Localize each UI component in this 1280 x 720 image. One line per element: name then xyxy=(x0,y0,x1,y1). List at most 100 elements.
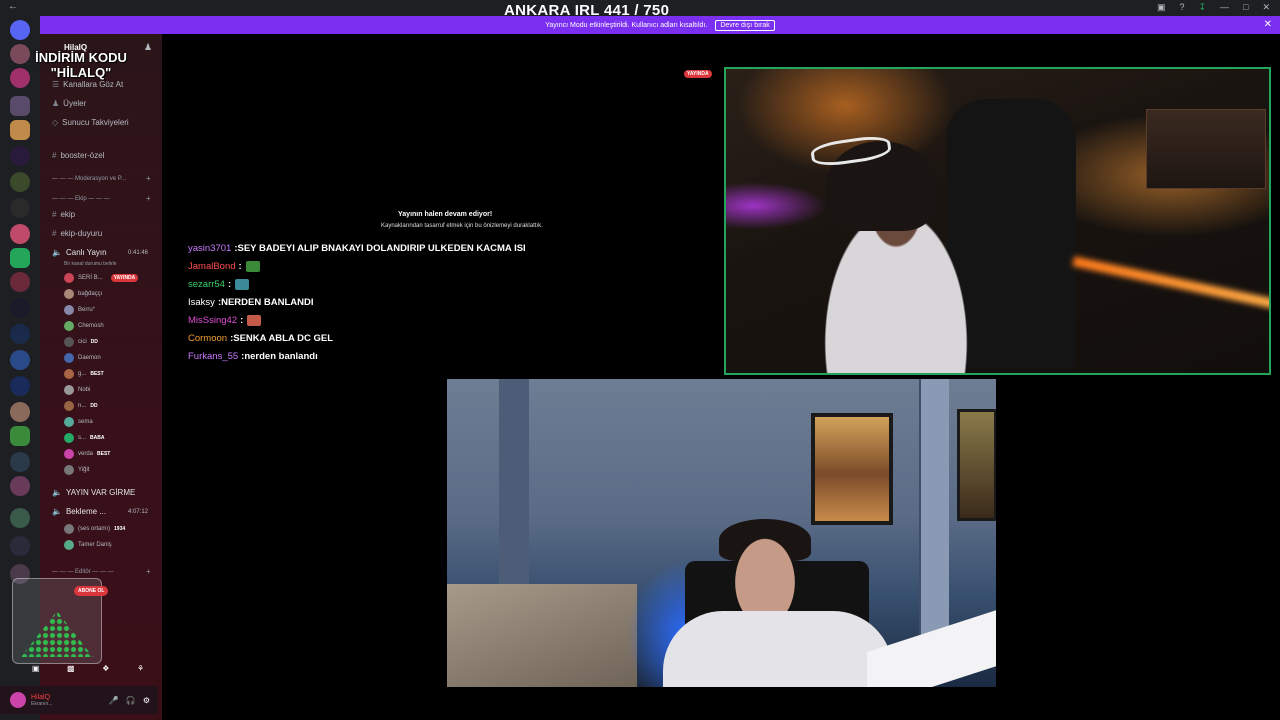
banner-close-icon[interactable]: ✕ xyxy=(1264,19,1272,30)
voice-channel-bekleme[interactable]: 🔈 Bekleme ... xyxy=(52,507,106,516)
server-icon[interactable] xyxy=(10,324,30,344)
avatar xyxy=(64,353,74,363)
browse-channels-item[interactable]: ☰ Kanallara Göz At xyxy=(52,80,123,89)
server-boosts-item[interactable]: ◇ Sunucu Takviyeleri xyxy=(52,118,129,127)
voice-user[interactable]: g... BEST xyxy=(64,368,104,380)
server-icon[interactable] xyxy=(10,146,30,166)
webcam-feed-2[interactable] xyxy=(447,379,996,687)
emote-icon xyxy=(247,314,262,326)
voice-user[interactable]: bağdaççı xyxy=(64,288,106,300)
server-icon[interactable] xyxy=(10,198,30,218)
voice-user[interactable]: n... DD xyxy=(64,400,98,412)
server-icon[interactable] xyxy=(10,298,30,318)
browse-icon: ☰ xyxy=(52,80,60,89)
activity-icon[interactable]: ❖ xyxy=(102,664,109,676)
microphone-icon[interactable]: 🎤 xyxy=(109,696,119,705)
user-tag: BEST xyxy=(97,451,111,457)
voice-user-name: sema xyxy=(78,419,93,425)
live-badge: YAYINDA xyxy=(110,274,139,282)
avatar[interactable] xyxy=(10,692,26,708)
voice-user[interactable]: s... BABA xyxy=(64,432,104,444)
chat-separator: : xyxy=(227,278,232,290)
chat-username: Cormoon xyxy=(188,332,228,344)
maximize-icon[interactable]: □ xyxy=(1243,2,1248,13)
help-icon[interactable]: ? xyxy=(1179,2,1184,13)
server-icon[interactable] xyxy=(10,96,30,116)
server-icon[interactable] xyxy=(10,402,30,422)
server-icon[interactable] xyxy=(10,224,30,244)
voice-user[interactable]: Yiğit xyxy=(64,464,93,476)
set-channel-status[interactable]: Bir kanal durumu belirle xyxy=(64,261,117,267)
server-icon[interactable] xyxy=(10,426,30,446)
channel-label: ekip-duyuru xyxy=(60,229,103,238)
server-icon[interactable] xyxy=(10,248,30,268)
channel-label: Bekleme ... xyxy=(65,507,106,516)
category-ekip[interactable]: — — — Ekip — — — xyxy=(52,196,110,202)
menu-label: Sunucu Takviyeleri xyxy=(62,118,129,127)
members-icon: ♟ xyxy=(52,99,60,108)
soundboard-icon[interactable]: ⚘ xyxy=(137,664,144,676)
voice-user-name: g... xyxy=(78,371,87,377)
voice-channel-live[interactable]: 🔈 Canlı Yayın xyxy=(52,248,107,257)
voice-user-name: (ses ortamı) xyxy=(78,526,111,532)
voice-user[interactable]: (ses ortamı) 1934 xyxy=(64,523,125,535)
camera-icon[interactable]: ▣ xyxy=(32,664,40,676)
close-window-icon[interactable]: ✕ xyxy=(1262,2,1270,13)
server-icon[interactable] xyxy=(10,272,30,292)
voice-user[interactable]: Daemon xyxy=(64,352,105,364)
wall xyxy=(499,379,529,599)
home-icon[interactable] xyxy=(10,20,30,40)
server-icon[interactable] xyxy=(10,536,30,556)
screen-share-icon[interactable]: ▩ xyxy=(67,664,75,676)
voice-channel-yayin-var[interactable]: 🔈 YAYIN VAR GİRME xyxy=(52,488,135,497)
user-panel: HilalQ Ekranın... 🎤 🎧 ⚙ xyxy=(0,686,158,714)
add-channel-icon[interactable]: + xyxy=(146,174,151,183)
voice-user[interactable]: Nobi xyxy=(64,384,94,396)
headphones-icon[interactable]: 🎧 xyxy=(126,696,136,705)
server-icon[interactable] xyxy=(10,508,30,528)
chat-username: MisSsing42 xyxy=(188,314,238,326)
chat-text: SENKA ABLA DC GEL xyxy=(233,332,333,344)
voice-user-name: Daemon xyxy=(78,355,101,361)
user-info[interactable]: HilalQ Ekranın... xyxy=(31,694,52,707)
voice-user[interactable]: Chemosh xyxy=(64,320,108,332)
add-friend-icon[interactable]: ♟ xyxy=(144,42,152,53)
server-icon[interactable] xyxy=(10,376,30,396)
server-icon[interactable] xyxy=(10,172,30,192)
minimize-icon[interactable]: — xyxy=(1220,2,1229,13)
voice-user[interactable]: SERİ B... YAYINDA xyxy=(64,272,139,284)
members-item[interactable]: ♟ Üyeler xyxy=(52,99,86,108)
preview-paused-subtitle: Kaynaklarından tasarruf etmek için bu ön… xyxy=(381,223,543,229)
disable-streamer-mode-button[interactable]: Devre dışı bırak xyxy=(715,19,775,31)
category-moderation[interactable]: — — — Moderasyon ve P... xyxy=(52,176,126,182)
channel-ekip[interactable]: # ekip xyxy=(52,210,75,219)
channel-ekip-duyuru[interactable]: # ekip-duyuru xyxy=(52,229,102,238)
channel-booster[interactable]: # booster-özel xyxy=(52,151,104,160)
server-icon[interactable] xyxy=(10,350,30,370)
voice-user-name: bağdaççı xyxy=(78,291,103,297)
head xyxy=(727,527,803,619)
voice-user[interactable]: sema xyxy=(64,416,97,428)
voice-user[interactable]: Tamer Daniş xyxy=(64,539,116,551)
voice-user-name: Chemosh xyxy=(78,323,104,329)
server-icon[interactable] xyxy=(10,120,30,140)
voice-user[interactable]: cici DD xyxy=(64,336,98,348)
add-channel-icon[interactable]: + xyxy=(146,194,151,203)
voice-user[interactable]: verda BEST xyxy=(64,448,110,460)
webcam-feed-1[interactable] xyxy=(724,67,1271,375)
avatar xyxy=(64,417,74,427)
download-icon[interactable]: ↧ xyxy=(1198,2,1206,13)
add-channel-icon[interactable]: + xyxy=(146,567,151,576)
server-icon[interactable] xyxy=(10,452,30,472)
user-status: Ekranın... xyxy=(31,700,53,707)
server-icon[interactable] xyxy=(10,476,30,496)
settings-gear-icon[interactable]: ⚙ xyxy=(143,696,150,705)
voice-user-name: Nobi xyxy=(78,387,91,393)
voice-user[interactable]: Berru° xyxy=(64,304,99,316)
emote-icon xyxy=(245,260,260,272)
back-arrow-icon[interactable]: ← xyxy=(8,1,18,12)
inbox-icon[interactable]: ▣ xyxy=(1157,2,1166,13)
category-editor[interactable]: — — — Editör — — — xyxy=(52,569,114,575)
promo-line-1: İNDİRİM KODU xyxy=(35,50,127,65)
hoodie xyxy=(663,611,893,687)
